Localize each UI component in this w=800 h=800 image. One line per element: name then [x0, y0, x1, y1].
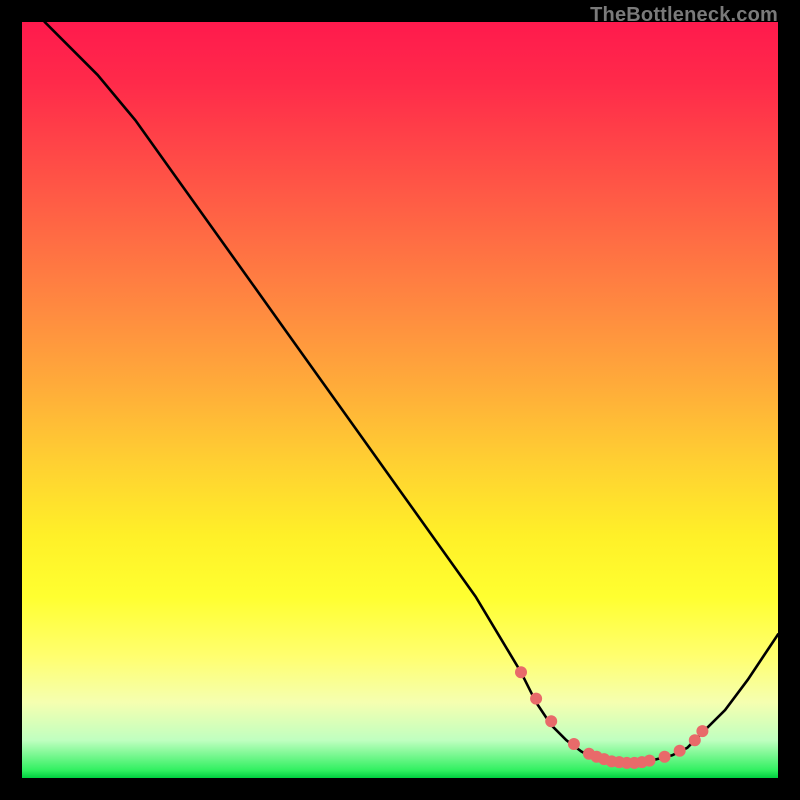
marker-dot	[674, 745, 686, 757]
marker-dot	[568, 738, 580, 750]
marker-dots	[515, 666, 708, 769]
marker-dot	[659, 751, 671, 763]
marker-dot	[530, 693, 542, 705]
chart-svg	[22, 22, 778, 778]
marker-dot	[545, 715, 557, 727]
marker-dot	[515, 666, 527, 678]
bottleneck-curve	[45, 22, 778, 763]
marker-dot	[644, 755, 656, 767]
marker-dot	[696, 725, 708, 737]
chart-frame: TheBottleneck.com	[22, 22, 778, 778]
